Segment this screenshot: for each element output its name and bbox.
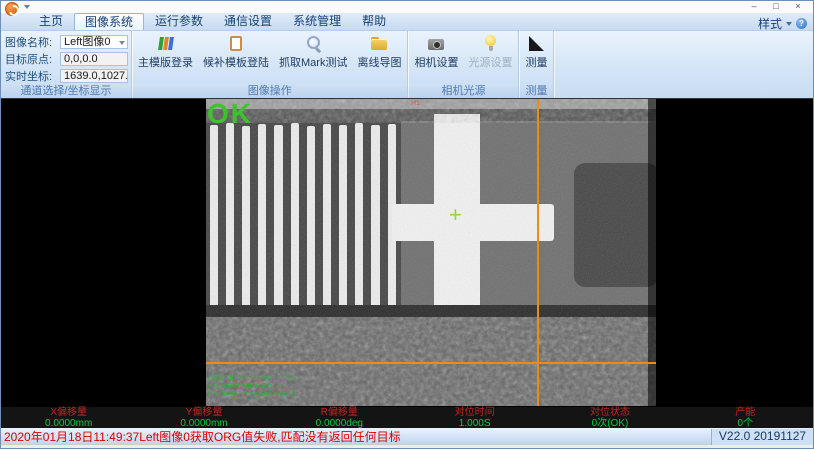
- ribbon-button-label: 光源设置: [468, 54, 512, 70]
- group-caption: 测量: [519, 85, 553, 98]
- ribbon-button[interactable]: 抓取Mark测试: [275, 32, 351, 70]
- ribbon-button[interactable]: 主模版登录: [134, 32, 197, 70]
- telemetry-label: 对位状态: [542, 408, 677, 418]
- overlay-line: (P1:X=0.0 Y=0.0 R=0.0): [208, 383, 299, 391]
- group-caption: 相机光源: [408, 85, 518, 98]
- ruler-icon: [526, 34, 546, 53]
- group-caption: 通道选择/坐标显示: [1, 85, 131, 98]
- telemetry-item: R偏移量 0.0000deg: [272, 407, 407, 428]
- ribbon-field: 目标原点: 0,0,0.0: [5, 50, 128, 67]
- minimize-button[interactable]: –: [743, 1, 765, 13]
- telemetry-label: X偏移量: [1, 408, 136, 418]
- menu-tab[interactable]: 图像系统: [74, 13, 144, 30]
- app-logo-icon[interactable]: [5, 2, 19, 16]
- title-bar: – □ ×: [1, 1, 813, 13]
- ribbon-button-label: 离线导图: [357, 54, 401, 70]
- center-cross-marker: +: [449, 202, 462, 228]
- menu-bar: 主页图像系统运行参数通信设置系统管理帮助 样式 ?: [1, 13, 813, 31]
- overlay-line: (P1:X=457.0 Y=234.0 R=0.0): [208, 391, 299, 399]
- crosshair-vertical-line: [537, 99, 539, 406]
- ribbon-group-channel: 图像名称: Left图像0 目标原点: 0,0,0.0 实时坐标: 1639.0…: [1, 31, 132, 98]
- ribbon-button-label: 相机设置: [414, 54, 458, 70]
- field-value[interactable]: Left图像0: [60, 35, 128, 49]
- close-button[interactable]: ×: [787, 1, 809, 13]
- application-window: – □ × 主页图像系统运行参数通信设置系统管理帮助 样式 ? 图像名称: Le…: [0, 0, 814, 449]
- telemetry-strip: X偏移量 0.0000mm Y偏移量 0.0000mm R偏移量 0.0000d…: [1, 406, 813, 428]
- menu-tab[interactable]: 系统管理: [283, 13, 351, 30]
- status-message: 2020年01月18日11:49:37Left图像0获取ORG值失败,匹配没有返…: [4, 429, 401, 445]
- ok-result-label: OK: [207, 99, 253, 129]
- camera-viewport: OK + H1 (得分S=100.000 M=(99.000))(P1:X=0.…: [1, 99, 814, 406]
- menu-right-cluster: 样式 ?: [758, 15, 807, 32]
- menu-tabs: 主页图像系统运行参数通信设置系统管理帮助: [29, 13, 397, 30]
- maximize-button[interactable]: □: [765, 1, 787, 13]
- version-label: V22.0 20191127: [711, 429, 813, 445]
- ribbon-button-label: 抓取Mark测试: [279, 54, 347, 70]
- ribbon-group-image-ops: 主模版登录 候补模板登陆 抓取Mark测试 离线导图 图像操作: [132, 31, 408, 98]
- field-label: 图像名称:: [5, 34, 60, 50]
- help-icon[interactable]: ?: [796, 18, 807, 29]
- style-button[interactable]: 样式: [758, 15, 782, 32]
- ribbon-button[interactable]: 光源设置: [464, 32, 516, 70]
- ribbon-button[interactable]: 相机设置: [410, 32, 462, 70]
- bulb-icon: [480, 34, 500, 53]
- field-list: 图像名称: Left图像0 目标原点: 0,0,0.0 实时坐标: 1639.0…: [1, 31, 131, 84]
- books-icon: [156, 34, 176, 53]
- telemetry-item: 对位状态 0次(OK): [542, 407, 677, 428]
- telemetry-label: 对位时间: [407, 408, 542, 418]
- ribbon-spacer: [554, 31, 813, 98]
- ribbon: 图像名称: Left图像0 目标原点: 0,0,0.0 实时坐标: 1639.0…: [1, 31, 813, 99]
- folder-icon: [369, 34, 389, 53]
- ribbon-button[interactable]: 候补模板登陆: [199, 32, 273, 70]
- camera-icon: [426, 34, 446, 53]
- camera-image: [206, 99, 656, 406]
- ribbon-button[interactable]: 离线导图: [353, 32, 405, 70]
- telemetry-item: Y偏移量 0.0000mm: [136, 407, 271, 428]
- menu-tab[interactable]: 通信设置: [214, 13, 282, 30]
- ribbon-button-label: 测量: [525, 54, 547, 70]
- menu-tab[interactable]: 主页: [29, 13, 73, 30]
- ribbon-field: 图像名称: Left图像0: [5, 33, 128, 50]
- clipboard-icon: [226, 34, 246, 53]
- overlay-line: (得分S=100.000 M=(99.000)): [208, 375, 299, 383]
- telemetry-item: 产能 0个: [678, 407, 813, 428]
- window-controls: – □ ×: [743, 1, 809, 13]
- field-value[interactable]: 0,0,0.0: [60, 52, 128, 66]
- ribbon-button[interactable]: 测量: [521, 32, 551, 70]
- menu-tab[interactable]: 运行参数: [145, 13, 213, 30]
- group-caption: 图像操作: [132, 85, 407, 98]
- ribbon-group-measure: 测量 测量: [519, 31, 554, 98]
- telemetry-label: R偏移量: [272, 408, 407, 418]
- status-bar: 2020年01月18日11:49:37Left图像0获取ORG值失败,匹配没有返…: [1, 428, 813, 444]
- style-caret-icon[interactable]: [786, 22, 792, 26]
- ribbon-button-label: 主模版登录: [138, 54, 193, 70]
- top-edge-marker: H1: [411, 100, 420, 107]
- telemetry-label: Y偏移量: [136, 408, 271, 418]
- field-value[interactable]: 1639.0,1027.0: [60, 69, 128, 83]
- field-label: 目标原点:: [5, 51, 60, 67]
- quick-access-caret-icon[interactable]: [24, 5, 30, 9]
- crosshair-horizontal-line: [206, 362, 656, 364]
- menu-tab[interactable]: 帮助: [352, 13, 396, 30]
- match-result-overlay: (得分S=100.000 M=(99.000))(P1:X=0.0 Y=0.0 …: [208, 375, 299, 399]
- magnifier-icon: [303, 34, 323, 53]
- ribbon-group-camera-light: 相机设置 光源设置 相机光源: [408, 31, 519, 98]
- telemetry-item: 对位时间 1.000S: [407, 407, 542, 428]
- ribbon-button-label: 候补模板登陆: [203, 54, 269, 70]
- telemetry-item: X偏移量 0.0000mm: [1, 407, 136, 428]
- ribbon-field: 实时坐标: 1639.0,1027.0: [5, 67, 128, 84]
- telemetry-label: 产能: [678, 408, 813, 418]
- field-label: 实时坐标:: [5, 68, 60, 84]
